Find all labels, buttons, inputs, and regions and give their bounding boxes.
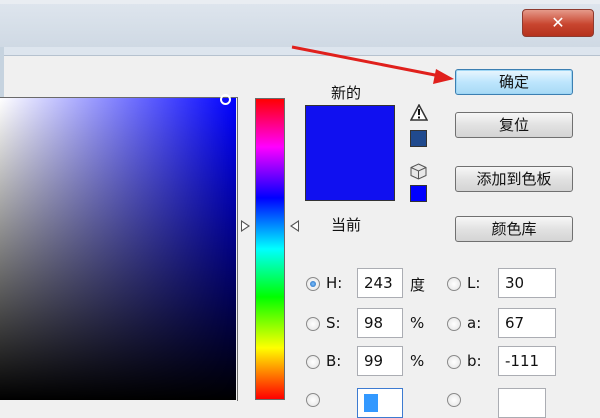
client-top-frame (0, 47, 600, 56)
reset-button[interactable]: 复位 (455, 112, 573, 138)
hue-slider-left-arrow[interactable] (241, 220, 250, 232)
cyan-radio[interactable] (447, 393, 461, 407)
ok-button[interactable]: 确定 (455, 69, 573, 95)
new-color-label: 新的 (331, 84, 362, 102)
hue-slider[interactable] (255, 98, 285, 400)
lab-b-radio[interactable] (447, 355, 461, 369)
web-safe-cube-icon[interactable] (410, 163, 427, 180)
saturation-input[interactable]: 98 (357, 308, 403, 338)
color-picker-circle[interactable] (220, 94, 231, 105)
hue-unit: 度 (410, 276, 426, 294)
color-libraries-button[interactable]: 颜色库 (455, 216, 573, 242)
lab-a-label: a: (467, 314, 482, 332)
add-to-swatches-button[interactable]: 添加到色板 (455, 166, 573, 192)
hue-slider-right-arrow[interactable] (290, 220, 299, 232)
red-input[interactable] (357, 388, 403, 418)
out-of-gamut-warning-icon[interactable] (410, 104, 428, 121)
lab-l-input[interactable]: 30 (498, 268, 556, 298)
gamut-correction-swatch[interactable] (410, 130, 427, 147)
lab-l-label: L: (467, 274, 481, 292)
brightness-radio[interactable] (306, 355, 320, 369)
cyan-input[interactable] (498, 388, 546, 418)
lab-a-input[interactable]: 67 (498, 308, 556, 338)
hue-input[interactable]: 243 (357, 268, 403, 298)
web-safe-swatch[interactable] (410, 185, 427, 202)
close-button[interactable]: ✕ (522, 9, 594, 37)
dialog-titlebar: ✕ (0, 0, 600, 47)
lab-b-input[interactable]: -111 (498, 346, 556, 376)
saturation-unit: % (410, 314, 425, 332)
brightness-unit: % (410, 352, 425, 370)
saturation-label: S: (326, 314, 341, 332)
titlebar-top-edge (0, 0, 600, 4)
hue-radio[interactable] (306, 277, 320, 291)
brightness-input[interactable]: 99 (357, 346, 403, 376)
new-color-swatch (305, 105, 395, 201)
hue-label: H: (326, 274, 343, 292)
lab-a-radio[interactable] (447, 317, 461, 331)
lab-l-radio[interactable] (447, 277, 461, 291)
color-field[interactable] (0, 98, 236, 400)
red-radio[interactable] (306, 393, 320, 407)
current-color-label: 当前 (331, 216, 362, 234)
lab-b-label: b: (467, 352, 482, 370)
brightness-label: B: (326, 352, 342, 370)
saturation-radio[interactable] (306, 317, 320, 331)
